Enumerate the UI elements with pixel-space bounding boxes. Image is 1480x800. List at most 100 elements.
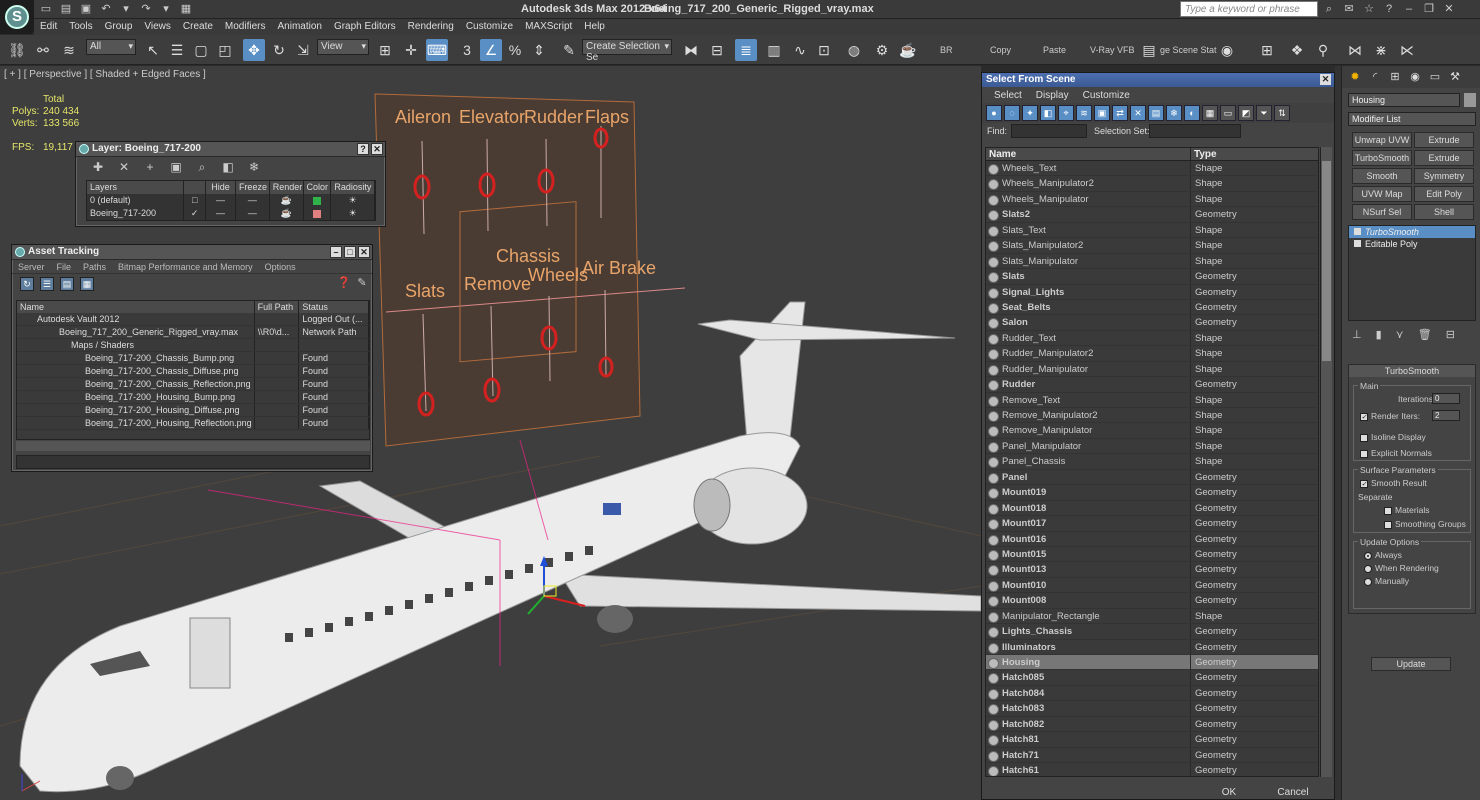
render-iters-checkbox[interactable]: ✓ <box>1360 412 1368 421</box>
asset-menu-file[interactable]: File <box>57 262 72 272</box>
asset-menu-options[interactable]: Options <box>265 262 296 272</box>
scene-object-row[interactable]: Slats_Text Shape <box>986 222 1318 239</box>
asset-maximize-icon[interactable]: □ <box>344 246 356 258</box>
delete-layer-icon[interactable]: ✕ <box>116 160 132 176</box>
scene-object-row[interactable]: Hatch082 Geometry <box>986 716 1318 733</box>
vray-vfb-label[interactable]: V-Ray VFB <box>1090 45 1135 55</box>
asset-row[interactable]: Boeing_717_200_Generic_Rigged_vray.max \\… <box>17 326 369 339</box>
binoculars-icon[interactable]: ⌕ <box>1320 1 1338 17</box>
asset-close-icon[interactable]: ✕ <box>358 246 370 258</box>
selection-set-dropdown[interactable] <box>1149 124 1241 138</box>
scene-object-row[interactable]: Manipulator_Rectangle Shape <box>986 608 1318 625</box>
menu-edit[interactable]: Edit <box>34 19 63 35</box>
asset-help-icon[interactable]: ❓ <box>337 277 351 291</box>
graphite-ribbon-icon[interactable]: ▥ <box>763 39 785 61</box>
smooth-button[interactable]: Smooth <box>1352 168 1412 184</box>
freeze-toggle[interactable]: — <box>236 207 270 220</box>
isoline-checkbox[interactable] <box>1360 433 1368 442</box>
display-invert-icon[interactable]: ◩ <box>1238 105 1254 121</box>
snaps-toggle-icon[interactable]: 3 <box>456 39 478 61</box>
save-file-icon[interactable]: ▣ <box>78 2 94 16</box>
extrude-button[interactable]: Extrude <box>1414 132 1474 148</box>
scene-object-row[interactable]: Panel Geometry <box>986 469 1318 486</box>
scene-object-row[interactable]: Slats_Manipulator Shape <box>986 253 1318 270</box>
menu-help[interactable]: Help <box>578 19 611 35</box>
scene-object-row[interactable]: Mount008 Geometry <box>986 593 1318 609</box>
filter-containers-icon[interactable]: ▤ <box>1148 105 1164 121</box>
asset-menu-bitmap[interactable]: Bitmap Performance and Memory <box>118 262 253 272</box>
pin-stack-icon[interactable]: ⊥ <box>1352 328 1362 341</box>
layer-name[interactable]: 0 (default) <box>87 194 185 207</box>
stack-item-turbosmooth[interactable]: TurboSmooth <box>1349 226 1475 238</box>
named-selection-set-dropdown[interactable]: Create Selection Se <box>582 39 672 63</box>
asset-menu-server[interactable]: Server <box>18 262 45 272</box>
filter-shapes-icon[interactable]: ◌ <box>1004 105 1020 121</box>
scene-object-row[interactable]: Lights_Chassis Geometry <box>986 624 1318 640</box>
smooth-result-checkbox[interactable]: ✓ <box>1360 479 1368 488</box>
freeze-all-icon[interactable]: ❄ <box>246 160 262 176</box>
asset-menu-paths[interactable]: Paths <box>83 262 106 272</box>
select-in-layer-icon[interactable]: ▣ <box>168 160 184 176</box>
asset-row[interactable]: Boeing_717-200_Housing_Bump.png Found <box>17 391 369 404</box>
communication-icon[interactable]: ✉ <box>1340 1 1358 17</box>
rectangular-selection-icon[interactable]: ▢ <box>190 39 212 61</box>
scene-object-row[interactable]: Mount016 Geometry <box>986 531 1318 547</box>
scene-object-row[interactable]: Mount019 Geometry <box>986 485 1318 501</box>
unlink-icon[interactable]: ⚯ <box>32 39 54 61</box>
menu-modifiers[interactable]: Modifiers <box>219 19 272 35</box>
layer-name[interactable]: Boeing_717-200 <box>87 207 185 220</box>
filter-groups-icon[interactable]: ▣ <box>1094 105 1110 121</box>
help-icon[interactable]: ? <box>1380 1 1398 17</box>
open-file-icon[interactable]: ▤ <box>58 2 74 16</box>
layer-color-swatch[interactable] <box>304 207 332 220</box>
filter-helpers-icon[interactable]: ⌖ <box>1058 105 1074 121</box>
percent-snap-icon[interactable]: % <box>504 39 526 61</box>
asset-row[interactable]: Boeing_717-200_Housing_Reflection.png Fou… <box>17 417 369 430</box>
unwrap-uvw-button[interactable]: Unwrap UVW <box>1352 132 1412 148</box>
layer-dialog-help-icon[interactable]: ? <box>357 143 369 155</box>
select-and-rotate-icon[interactable]: ↻ <box>268 39 290 61</box>
radiosity-icon[interactable]: ☀ <box>331 194 376 207</box>
materials-checkbox[interactable] <box>1384 506 1392 515</box>
layer-col-layers[interactable]: Layers <box>87 181 185 194</box>
asset-col-full-path[interactable]: Full Path <box>255 301 300 313</box>
menu-tools[interactable]: Tools <box>63 19 98 35</box>
reaction-manager-icon[interactable]: ⋇ <box>1370 39 1392 61</box>
explicit-normals-checkbox[interactable] <box>1360 449 1368 458</box>
favorites-star-icon[interactable]: ☆ <box>1360 1 1378 17</box>
scene-object-row[interactable]: Remove_Manipulator Shape <box>986 423 1318 439</box>
sfs-title-bar[interactable]: Select From Scene ✕ <box>982 73 1334 87</box>
uvw-map-button[interactable]: UVW Map <box>1352 186 1412 202</box>
scene-object-row[interactable]: Housing Geometry <box>986 655 1318 671</box>
asset-horizontal-scrollbar[interactable] <box>16 441 370 451</box>
scene-object-row[interactable]: Remove_Text Shape <box>986 392 1318 408</box>
remove-modifier-icon[interactable]: 🗑 <box>1418 328 1432 341</box>
align-icon[interactable]: ⊟ <box>706 39 728 61</box>
scene-object-row[interactable]: Slats Geometry <box>986 269 1318 285</box>
symmetry-button[interactable]: Symmetry <box>1414 168 1474 184</box>
select-by-name-icon[interactable]: ☰ <box>166 39 188 61</box>
menu-group[interactable]: Group <box>99 19 139 35</box>
scene-object-row[interactable]: Hatch084 Geometry <box>986 685 1318 702</box>
filter-frozen-icon[interactable]: ❄ <box>1166 105 1182 121</box>
scene-object-row[interactable]: Mount010 Geometry <box>986 577 1318 594</box>
display-all-icon[interactable]: ▦ <box>1202 105 1218 121</box>
refresh-icon[interactable]: ↻ <box>20 277 34 291</box>
scene-object-row[interactable]: Rudder_Text Shape <box>986 330 1318 347</box>
render-setup-icon[interactable]: ⚙ <box>871 39 893 61</box>
add-to-layer-icon[interactable]: + <box>142 160 158 176</box>
redo-dropdown-icon[interactable]: ▾ <box>158 2 174 16</box>
detail-view-icon[interactable]: ▤ <box>60 277 74 291</box>
scene-object-row[interactable]: Mount017 Geometry <box>986 516 1318 532</box>
asset-vault-icon[interactable]: ✎ <box>355 277 369 291</box>
always-radio[interactable] <box>1364 551 1372 560</box>
extrude-button-2[interactable]: Extrude <box>1414 150 1474 166</box>
schematic-view-icon[interactable]: ⊡ <box>813 39 835 61</box>
sfs-scroll-thumb[interactable] <box>1322 161 1331 361</box>
scene-state-label[interactable]: ge Scene Stat <box>1160 45 1217 55</box>
freeze-toggle[interactable]: — <box>236 194 270 207</box>
current-layer-check-icon[interactable]: ✓ <box>184 207 207 220</box>
layer-col-render[interactable]: Render <box>270 181 304 194</box>
scene-object-row[interactable]: Hatch085 Geometry <box>986 670 1318 686</box>
asset-col-status[interactable]: Status <box>299 301 369 313</box>
